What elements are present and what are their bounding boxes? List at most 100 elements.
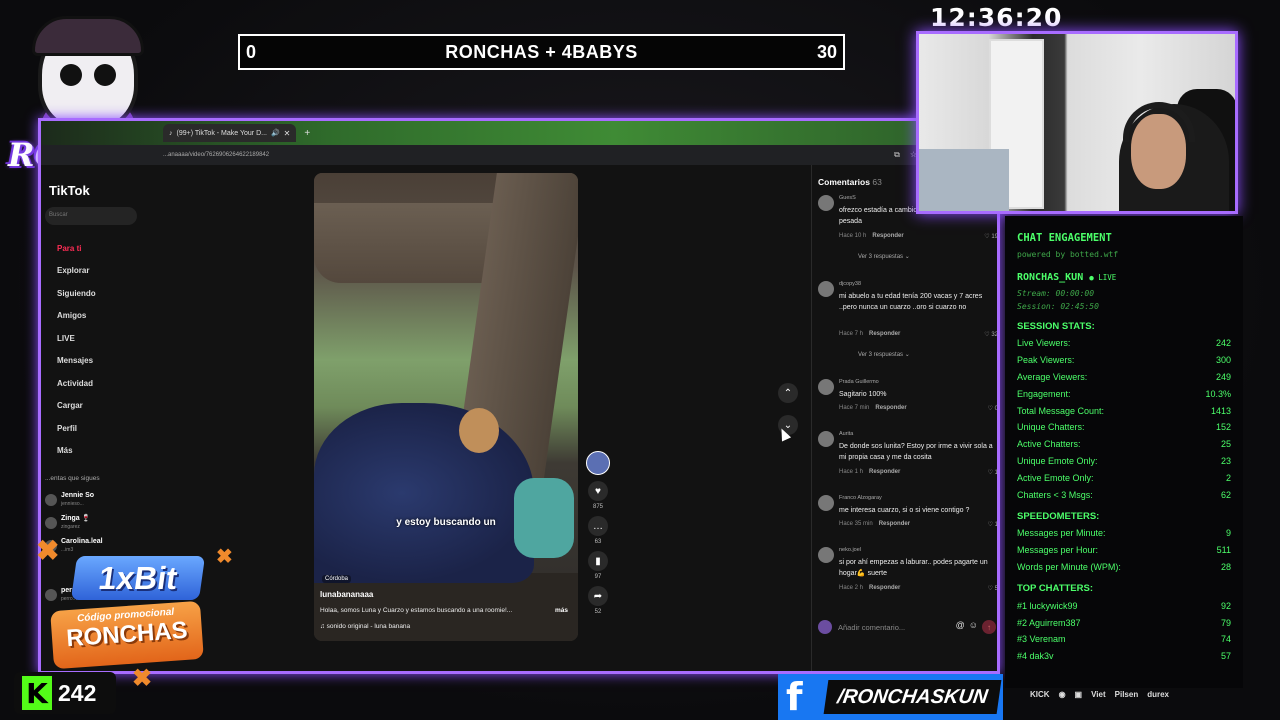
bed — [919, 149, 1009, 211]
comment-like[interactable]: ♡ 1 — [988, 469, 997, 476]
mention-icon[interactable]: @ — [956, 620, 965, 634]
reply-button[interactable]: Responder — [872, 233, 903, 239]
like-button[interactable]: ♥ 875 — [584, 481, 612, 510]
comment-meta: Hace 35 min Responder — [839, 521, 910, 527]
live-badge: ● LIVE — [1089, 273, 1117, 282]
avatar[interactable] — [818, 281, 834, 297]
nav-item-perfil[interactable]: Perfil — [41, 417, 161, 440]
view-replies[interactable]: Ver 3 respuestas ⌄ — [858, 351, 910, 358]
comment-user[interactable]: GuesS — [839, 195, 856, 201]
avatar[interactable] — [818, 495, 834, 511]
stat-value: 9 — [1225, 528, 1231, 539]
stat-row: Total Message Count: 1413 — [1017, 402, 1231, 419]
reply-button[interactable]: Responder — [869, 331, 900, 337]
comment-user[interactable]: neko.joel — [839, 547, 861, 553]
sponsor-pilsen: Pilsen — [1114, 690, 1139, 699]
nav-item-siguiendo[interactable]: Siguiendo — [41, 282, 161, 305]
reply-button[interactable]: Responder — [869, 585, 900, 591]
author-avatar-action[interactable] — [584, 451, 612, 475]
location-tag[interactable]: Córdoba — [322, 575, 352, 583]
comment-user[interactable]: Prada Guillermo — [839, 379, 879, 385]
stats-powered: powered by botted.wtf — [1017, 250, 1119, 259]
comment-input[interactable]: Añadir comentario... — [838, 623, 905, 632]
avatar[interactable] — [818, 547, 834, 563]
top-chatter-row: #1 luckywick99 92 — [1017, 597, 1231, 614]
new-tab-button[interactable]: + — [304, 128, 310, 139]
speaker-icon: 🔊 — [270, 130, 280, 137]
avatar — [45, 494, 57, 506]
heart-icon: ♥ — [588, 481, 608, 501]
nav-item-mensajes[interactable]: Mensajes — [41, 350, 161, 373]
install-icon[interactable]: ⧉ — [894, 150, 900, 160]
stat-value: 242 — [1215, 338, 1231, 349]
send-icon[interactable]: ↑ — [982, 620, 996, 634]
comment-time: Hace 1 h — [839, 469, 864, 475]
tab-tiktok[interactable]: ♪ (99+) TikTok - Make Your D... 🔊 ✕ — [163, 124, 297, 142]
comment-user[interactable]: Aurita — [839, 431, 853, 437]
tiktok-logo[interactable]: TikTok — [49, 183, 90, 198]
avatar — [586, 451, 610, 475]
comment-like[interactable]: ♡ 5 — [988, 585, 998, 592]
comment-input-icons: @ ☺ ↑ — [956, 620, 996, 634]
stat-label: Peak Viewers: — [1017, 355, 1075, 366]
video-actions: ♥ 875 … 63 ▮ 97 ➦ 52 — [584, 451, 612, 621]
comment: Prada Guillermo Sagitario 100% Hace 7 mi… — [818, 379, 997, 419]
nav-item-para-ti[interactable]: Para ti — [41, 237, 161, 260]
nav-item-mas[interactable]: Más — [41, 440, 161, 463]
reply-button[interactable]: Responder — [879, 521, 910, 527]
following-handle: jennieso... — [61, 501, 84, 507]
stat-value: 62 — [1220, 489, 1231, 500]
search-input[interactable]: Buscar — [45, 207, 137, 225]
comment-button[interactable]: … 63 — [584, 516, 612, 545]
emoji-icon[interactable]: ☺ — [969, 620, 978, 634]
chevron-up-icon[interactable]: ⌃ — [778, 383, 798, 403]
chatter-count: 74 — [1220, 634, 1231, 645]
view-replies[interactable]: Ver 3 respuestas ⌄ — [858, 253, 910, 260]
comment-meta: Hace 1 h Responder — [839, 469, 900, 475]
facebook-banner: f /RONCHASKUN — [778, 674, 1003, 720]
comment-meta: Hace 2 h Responder — [839, 585, 900, 591]
reply-button[interactable]: Responder — [869, 469, 900, 475]
stat-value: 23 — [1220, 455, 1231, 466]
comment-user[interactable]: djcopy38 — [839, 281, 861, 287]
avatar[interactable] — [818, 195, 834, 211]
nav-item-amigos[interactable]: Amigos — [41, 305, 161, 328]
stat-label: Engagement: — [1017, 388, 1071, 399]
more-link[interactable]: más — [555, 607, 568, 614]
comment-user[interactable]: Franco Alzogaray — [839, 495, 882, 501]
comments-header: Comentarios 63 — [818, 177, 882, 187]
avatar[interactable] — [818, 379, 834, 395]
sponsor-durex: durex — [1147, 690, 1170, 699]
following-header: ...entas que sigues — [45, 475, 100, 482]
speedometers-header: SPEEDOMETERS: — [1017, 510, 1100, 522]
cross-decoration-icon: ✖ — [132, 665, 153, 692]
kick-logo-icon: K — [22, 676, 52, 710]
video-player[interactable]: y estoy buscando un Córdoba lunabananaaa… — [314, 173, 578, 641]
share-button[interactable]: ➦ 52 — [584, 586, 612, 615]
save-button[interactable]: ▮ 97 — [584, 551, 612, 580]
nav-item-live[interactable]: LIVE — [41, 327, 161, 350]
promo-1xbit: 1xBit Código promocional RONCHAS — [44, 550, 206, 670]
comment-like[interactable]: ♡ 1 — [988, 521, 997, 528]
comment-like[interactable]: ♡ 32 — [984, 331, 997, 338]
comment-like-count: 5 — [994, 586, 998, 592]
twitch-icon: ▣ — [1074, 690, 1083, 699]
sound-link[interactable]: ♫ sonido original - luna banana — [320, 623, 410, 630]
close-tab-icon[interactable]: ✕ — [284, 129, 291, 138]
comment-like[interactable]: ♡ 0 — [988, 405, 997, 412]
chatter-count: 92 — [1220, 600, 1231, 611]
reply-button[interactable]: Responder — [875, 405, 906, 411]
comment-like[interactable]: ♡ 19 — [984, 233, 997, 240]
following-item[interactable]: Jennie So jennieso... — [45, 492, 94, 508]
stat-value: 25 — [1220, 439, 1231, 450]
logo-eye-left — [60, 64, 82, 86]
avatar[interactable] — [818, 431, 834, 447]
nav-item-actividad[interactable]: Actividad — [41, 372, 161, 395]
stat-row: Active Emote Only: 2 — [1017, 469, 1231, 486]
comment-time: Hace 2 h — [839, 585, 864, 591]
following-item[interactable]: Zinga 🍷 zingarez — [45, 515, 90, 531]
address-bar[interactable]: ...anaaaa/video/7626906264622189842 ⧉ ☆ — [41, 145, 997, 165]
nav-item-explorar[interactable]: Explorar — [41, 260, 161, 283]
video-author[interactable]: lunabananaaa — [320, 590, 373, 599]
nav-item-cargar[interactable]: Cargar — [41, 395, 161, 418]
